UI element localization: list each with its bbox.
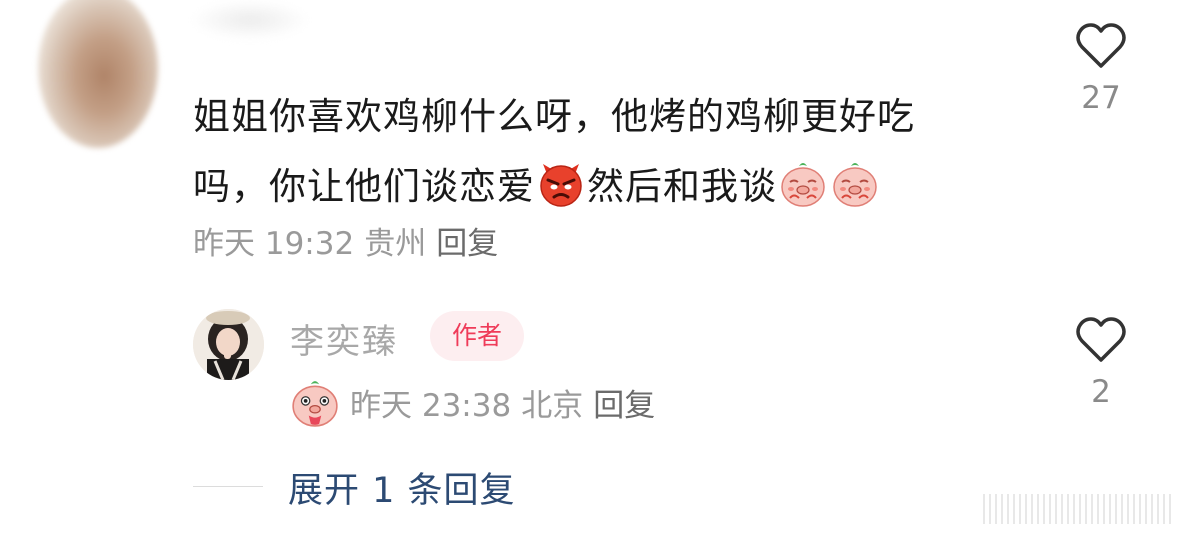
pig-pleading-emoji [781,163,825,207]
heart-icon[interactable] [1075,22,1127,70]
commenter-name-blurred [190,0,310,40]
author-name[interactable]: 李奕臻 [290,314,398,363]
comment-like[interactable]: 27 [1061,22,1141,116]
reply-location: 北京 [521,388,584,424]
heart-icon[interactable] [1075,316,1127,364]
comment-reply-button[interactable]: 回复 [436,226,498,262]
commenter-avatar[interactable] [38,0,158,148]
angry-face-emoji [540,164,582,207]
reply-like-count: 2 [1091,374,1111,410]
expand-divider [193,486,263,487]
reply-reply-button[interactable]: 回复 [593,388,655,424]
pig-pleading-emoji [833,163,877,207]
comment-meta: 昨天 19:32 贵州 回复 [193,218,508,263]
comment-body: 姐姐你喜欢鸡柳什么呀，他烤的鸡柳更好吃 吗，你让他们谈恋爱 然后和我谈 [193,82,1053,222]
comment-line-2b: 然后和我谈 [587,165,777,208]
pig-tongue-emoji [292,381,338,427]
reply-meta: 昨天 23:38 北京 回复 [290,378,665,428]
expand-replies-button[interactable]: 展开 1 条回复 [288,462,516,513]
author-badge: 作者 [430,311,524,361]
reply-time: 昨天 23:38 [350,388,512,424]
reply-like[interactable]: 2 [1061,316,1141,410]
author-avatar-image [193,309,264,380]
comment-line-1: 姐姐你喜欢鸡柳什么呀，他烤的鸡柳更好吃 [193,95,915,138]
comment-time: 昨天 19:32 [193,226,355,262]
comment-like-count: 27 [1081,80,1121,116]
comment-line-2a: 吗，你让他们谈恋爱 [193,165,535,208]
author-avatar[interactable] [193,309,264,380]
comment-location: 贵州 [364,226,427,262]
watermark [983,494,1173,524]
